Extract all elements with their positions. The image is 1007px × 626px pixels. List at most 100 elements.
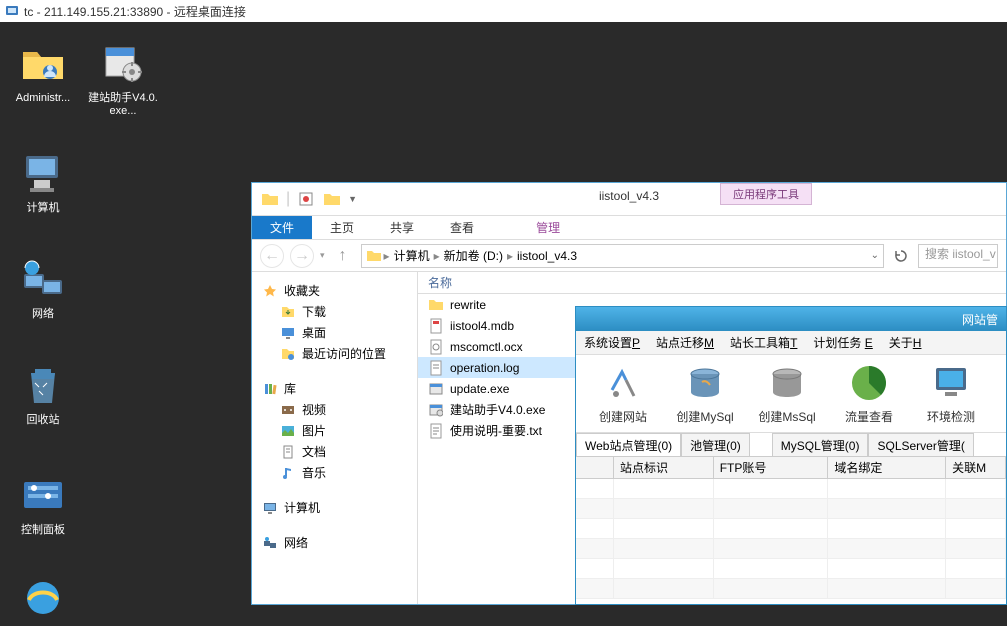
grid-body [576, 479, 1006, 599]
nav-library[interactable]: 库 [252, 378, 417, 399]
col-name[interactable]: 名称 [428, 274, 608, 291]
control-panel[interactable]: 控制面板 [8, 472, 78, 537]
menu-migrate[interactable]: 站点迁移M [656, 334, 714, 351]
nav-back-button[interactable]: ← [260, 244, 284, 268]
download-icon [280, 304, 296, 320]
rdp-titlebar: tc - 211.149.155.21:33890 - 远程桌面连接 [0, 0, 1007, 22]
administrator-folder[interactable]: Administr... [8, 40, 78, 105]
tab-manage[interactable]: 管理 [518, 216, 578, 239]
grid-col-siteid[interactable]: 站点标识 [614, 457, 714, 478]
tab-view[interactable]: 查看 [432, 216, 492, 239]
tab-mysql[interactable]: MySQL管理(0) [772, 433, 869, 456]
grid-col-ftp[interactable]: FTP账号 [714, 457, 829, 478]
folder-icon [260, 189, 280, 209]
context-tab-group: 应用程序工具 [720, 183, 812, 205]
grid-row[interactable] [576, 559, 1006, 579]
rdp-title-text: tc - 211.149.155.21:33890 - 远程桌面连接 [24, 3, 246, 20]
create-mysql-button[interactable]: 创建MySql [664, 359, 746, 429]
menu-tasks[interactable]: 计划任务 E [813, 334, 872, 351]
nav-history-dropdown[interactable]: ▾ [320, 250, 325, 261]
txt-icon [428, 423, 444, 439]
breadcrumb-item[interactable]: 计算机 [392, 247, 432, 264]
ocx-icon [428, 339, 444, 355]
network[interactable]: 网络 [8, 256, 78, 321]
desktop-icon [280, 325, 296, 341]
computer[interactable]: 计算机 [8, 150, 78, 215]
tab-pools[interactable]: 池管理(0) [681, 433, 750, 456]
properties-icon[interactable] [296, 189, 316, 209]
iistool-tabs: Web站点管理(0) 池管理(0) MySQL管理(0) SQLServer管理… [576, 433, 1006, 457]
grid-col-domain[interactable]: 域名绑定 [828, 457, 946, 478]
menu-toolbox[interactable]: 站长工具箱T [730, 334, 797, 351]
nav-music[interactable]: 音乐 [252, 462, 417, 483]
tab-share[interactable]: 共享 [372, 216, 432, 239]
breadcrumb-item[interactable]: 新加卷 (D:) [442, 247, 505, 264]
grid-header: 站点标识 FTP账号 域名绑定 关联M [576, 457, 1006, 479]
env-check-button[interactable]: 环境检测 [910, 359, 992, 429]
breadcrumb-dropdown-icon[interactable]: ⌄ [871, 250, 879, 261]
nav-computer[interactable]: 计算机 [252, 497, 417, 518]
search-input[interactable]: 搜索 iistool_v [918, 244, 998, 268]
nav-recent[interactable]: 最近访问的位置 [252, 343, 417, 364]
grid-col-link[interactable]: 关联M [946, 457, 1006, 478]
remote-desktop: Administr... 建站助手V4.0.exe... 计算机 网络 回收站 … [0, 22, 1007, 583]
nav-up-button[interactable]: ↑ [331, 244, 355, 268]
tab-file[interactable]: 文件 [252, 216, 312, 239]
ie-icon[interactable] [8, 574, 78, 626]
jianzhan-exe[interactable]: 建站助手V4.0.exe... [88, 40, 158, 118]
mdb-icon [428, 318, 444, 334]
new-folder-icon[interactable] [322, 189, 342, 209]
nav-downloads[interactable]: 下载 [252, 301, 417, 322]
music-icon [280, 465, 296, 481]
create-mssql-button[interactable]: 创建MsSql [746, 359, 828, 429]
iistool-window: 网站管 系统设置P 站点迁移M 站长工具箱T 计划任务 E 关于H 创建网站 创… [575, 306, 1007, 605]
breadcrumb[interactable]: ▸ 计算机 ▸ 新加卷 (D:) ▸ iistool_v4.3 ⌄ [361, 244, 884, 268]
breadcrumb-item[interactable]: iistool_v4.3 [515, 249, 579, 263]
refresh-button[interactable] [890, 245, 912, 267]
traffic-button[interactable]: 流量查看 [828, 359, 910, 429]
rdp-icon [4, 3, 20, 19]
menu-about[interactable]: 关于H [889, 334, 922, 351]
exe-icon [428, 381, 444, 397]
nav-favorites[interactable]: 收藏夹 [252, 280, 417, 301]
folder-icon [428, 297, 444, 313]
desktop-icon-label: 计算机 [8, 202, 78, 215]
grid-row[interactable] [576, 479, 1006, 499]
grid-row[interactable] [576, 579, 1006, 599]
qat-divider: | [286, 190, 290, 208]
tab-sqlserver[interactable]: SQLServer管理( [868, 433, 973, 456]
log-icon [428, 360, 444, 376]
exe-icon [428, 402, 444, 418]
tab-home[interactable]: 主页 [312, 216, 372, 239]
nav-pictures[interactable]: 图片 [252, 420, 417, 441]
library-icon [262, 381, 278, 397]
nav-network[interactable]: 网络 [252, 532, 417, 553]
nav-documents[interactable]: 文档 [252, 441, 417, 462]
star-icon [262, 283, 278, 299]
desktop-icon-label: 控制面板 [8, 524, 78, 537]
nav-desktop[interactable]: 桌面 [252, 322, 417, 343]
grid-row[interactable] [576, 519, 1006, 539]
grid-row[interactable] [576, 499, 1006, 519]
iistool-menubar: 系统设置P 站点迁移M 站长工具箱T 计划任务 E 关于H [576, 331, 1006, 355]
qat-dropdown-icon[interactable]: ▼ [348, 194, 357, 204]
network-icon [262, 535, 278, 551]
desktop-icon-label: Administr... [8, 92, 78, 105]
folder-icon [366, 249, 382, 263]
tab-web-sites[interactable]: Web站点管理(0) [576, 433, 681, 456]
desktop-icon-label: 网络 [8, 308, 78, 321]
grid-col-checkbox[interactable] [576, 457, 614, 478]
nav-videos[interactable]: 视频 [252, 399, 417, 420]
file-list-header[interactable]: 名称 [418, 272, 1006, 294]
computer-icon [262, 500, 278, 516]
desktop-icon-label: 建站助手V4.0.exe... [88, 92, 158, 118]
nav-forward-button[interactable]: → [290, 244, 314, 268]
explorer-title: iistool_v4.3 [599, 189, 659, 203]
iistool-titlebar[interactable]: 网站管 [576, 307, 1006, 331]
picture-icon [280, 423, 296, 439]
create-site-button[interactable]: 创建网站 [582, 359, 664, 429]
document-icon [280, 444, 296, 460]
recycle-bin[interactable]: 回收站 [8, 362, 78, 427]
grid-row[interactable] [576, 539, 1006, 559]
menu-system[interactable]: 系统设置P [584, 334, 640, 351]
